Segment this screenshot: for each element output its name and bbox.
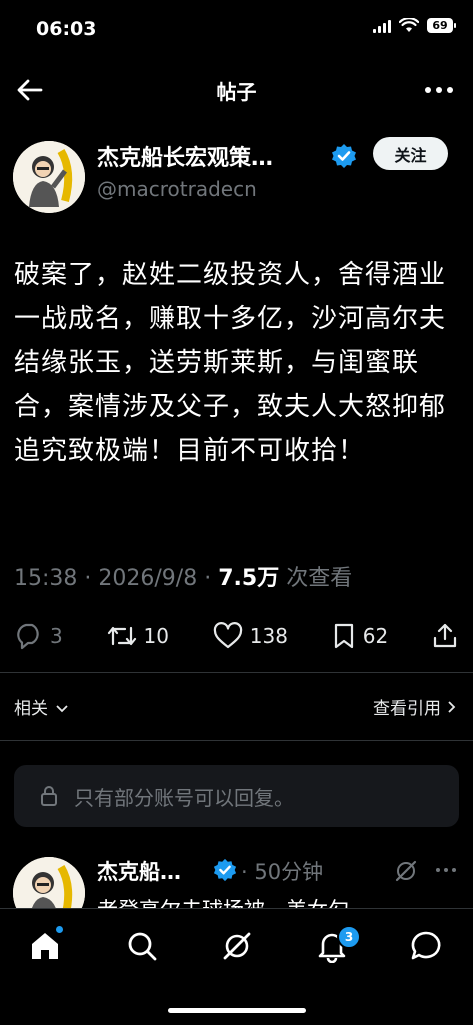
tweet-time: 15:38 xyxy=(14,566,78,591)
author-name[interactable]: 杰克船长宏观策… xyxy=(97,140,273,172)
battery-icon: 69 xyxy=(427,18,456,33)
avatar[interactable] xyxy=(13,141,85,213)
verified-badge-icon xyxy=(332,144,356,168)
bookmark-button[interactable]: 62 xyxy=(331,622,388,650)
grok-icon[interactable] xyxy=(393,858,419,884)
reply-icon xyxy=(17,623,39,650)
reply-author-name[interactable]: 杰克船… xyxy=(97,856,181,886)
bookmark-count: 62 xyxy=(362,624,389,648)
retweet-icon xyxy=(107,626,136,646)
related-label: 相关 xyxy=(14,699,48,719)
wifi-icon xyxy=(399,18,419,32)
action-bar: 3 10 138 62 xyxy=(14,620,459,652)
follow-button[interactable]: 关注 xyxy=(373,137,448,170)
avatar-illustration-icon xyxy=(13,141,85,213)
home-icon[interactable] xyxy=(28,929,62,963)
reply-time-value: 50分钟 xyxy=(254,860,324,884)
page-title: 帖子 xyxy=(216,80,257,104)
divider xyxy=(0,672,473,673)
messages-icon[interactable] xyxy=(409,929,443,963)
share-icon xyxy=(433,623,457,648)
chevron-right-icon xyxy=(448,700,456,713)
verified-badge-icon xyxy=(213,858,237,882)
more-options-icon[interactable] xyxy=(423,78,455,102)
tweet-text: 破案了，赵姓二级投资人，舍得酒业一战成名，赚取十多亿，沙河高尔夫结缘张玉，送劳斯… xyxy=(14,260,447,466)
view-quotes-label: 查看引用 xyxy=(373,699,441,719)
status-icons: 69 xyxy=(373,18,456,33)
reply-restricted-text: 只有部分账号可以回复。 xyxy=(74,785,294,810)
reply-restricted-notice: 只有部分账号可以回复。 xyxy=(14,765,459,827)
signal-icon xyxy=(373,19,391,33)
grok-icon[interactable] xyxy=(220,929,254,963)
retweet-button[interactable]: 10 xyxy=(106,622,169,650)
related-toggle[interactable]: 相关 xyxy=(14,694,69,719)
retweet-count: 10 xyxy=(143,624,169,648)
search-icon[interactable] xyxy=(125,929,159,963)
reply-button[interactable]: 3 xyxy=(14,622,63,650)
like-count: 138 xyxy=(249,624,288,648)
home-indicator xyxy=(168,1008,306,1013)
view-count-label: 次查看 xyxy=(286,566,353,591)
tweet-date: 2026/9/8 xyxy=(98,566,198,591)
divider xyxy=(0,740,473,741)
tweet-meta: 15:38 · 2026/9/8 · 7.5万 次查看 xyxy=(14,566,353,591)
share-button[interactable] xyxy=(431,622,459,650)
view-count: 7.5万 xyxy=(218,566,280,591)
bookmark-icon xyxy=(334,623,353,649)
lock-icon xyxy=(41,786,57,806)
author-handle[interactable]: @macrotradecn xyxy=(97,177,257,201)
status-time: 06:03 xyxy=(36,18,97,40)
home-unread-dot xyxy=(56,926,63,933)
reply-time: · 50分钟 xyxy=(241,860,324,884)
view-quotes-link[interactable]: 查看引用 xyxy=(373,694,457,719)
like-button[interactable]: 138 xyxy=(212,622,288,650)
more-options-icon[interactable] xyxy=(435,862,457,878)
heart-icon xyxy=(213,622,242,649)
notifications-badge: 3 xyxy=(337,925,361,949)
reply-count: 3 xyxy=(50,624,63,648)
chevron-down-icon xyxy=(56,705,69,713)
